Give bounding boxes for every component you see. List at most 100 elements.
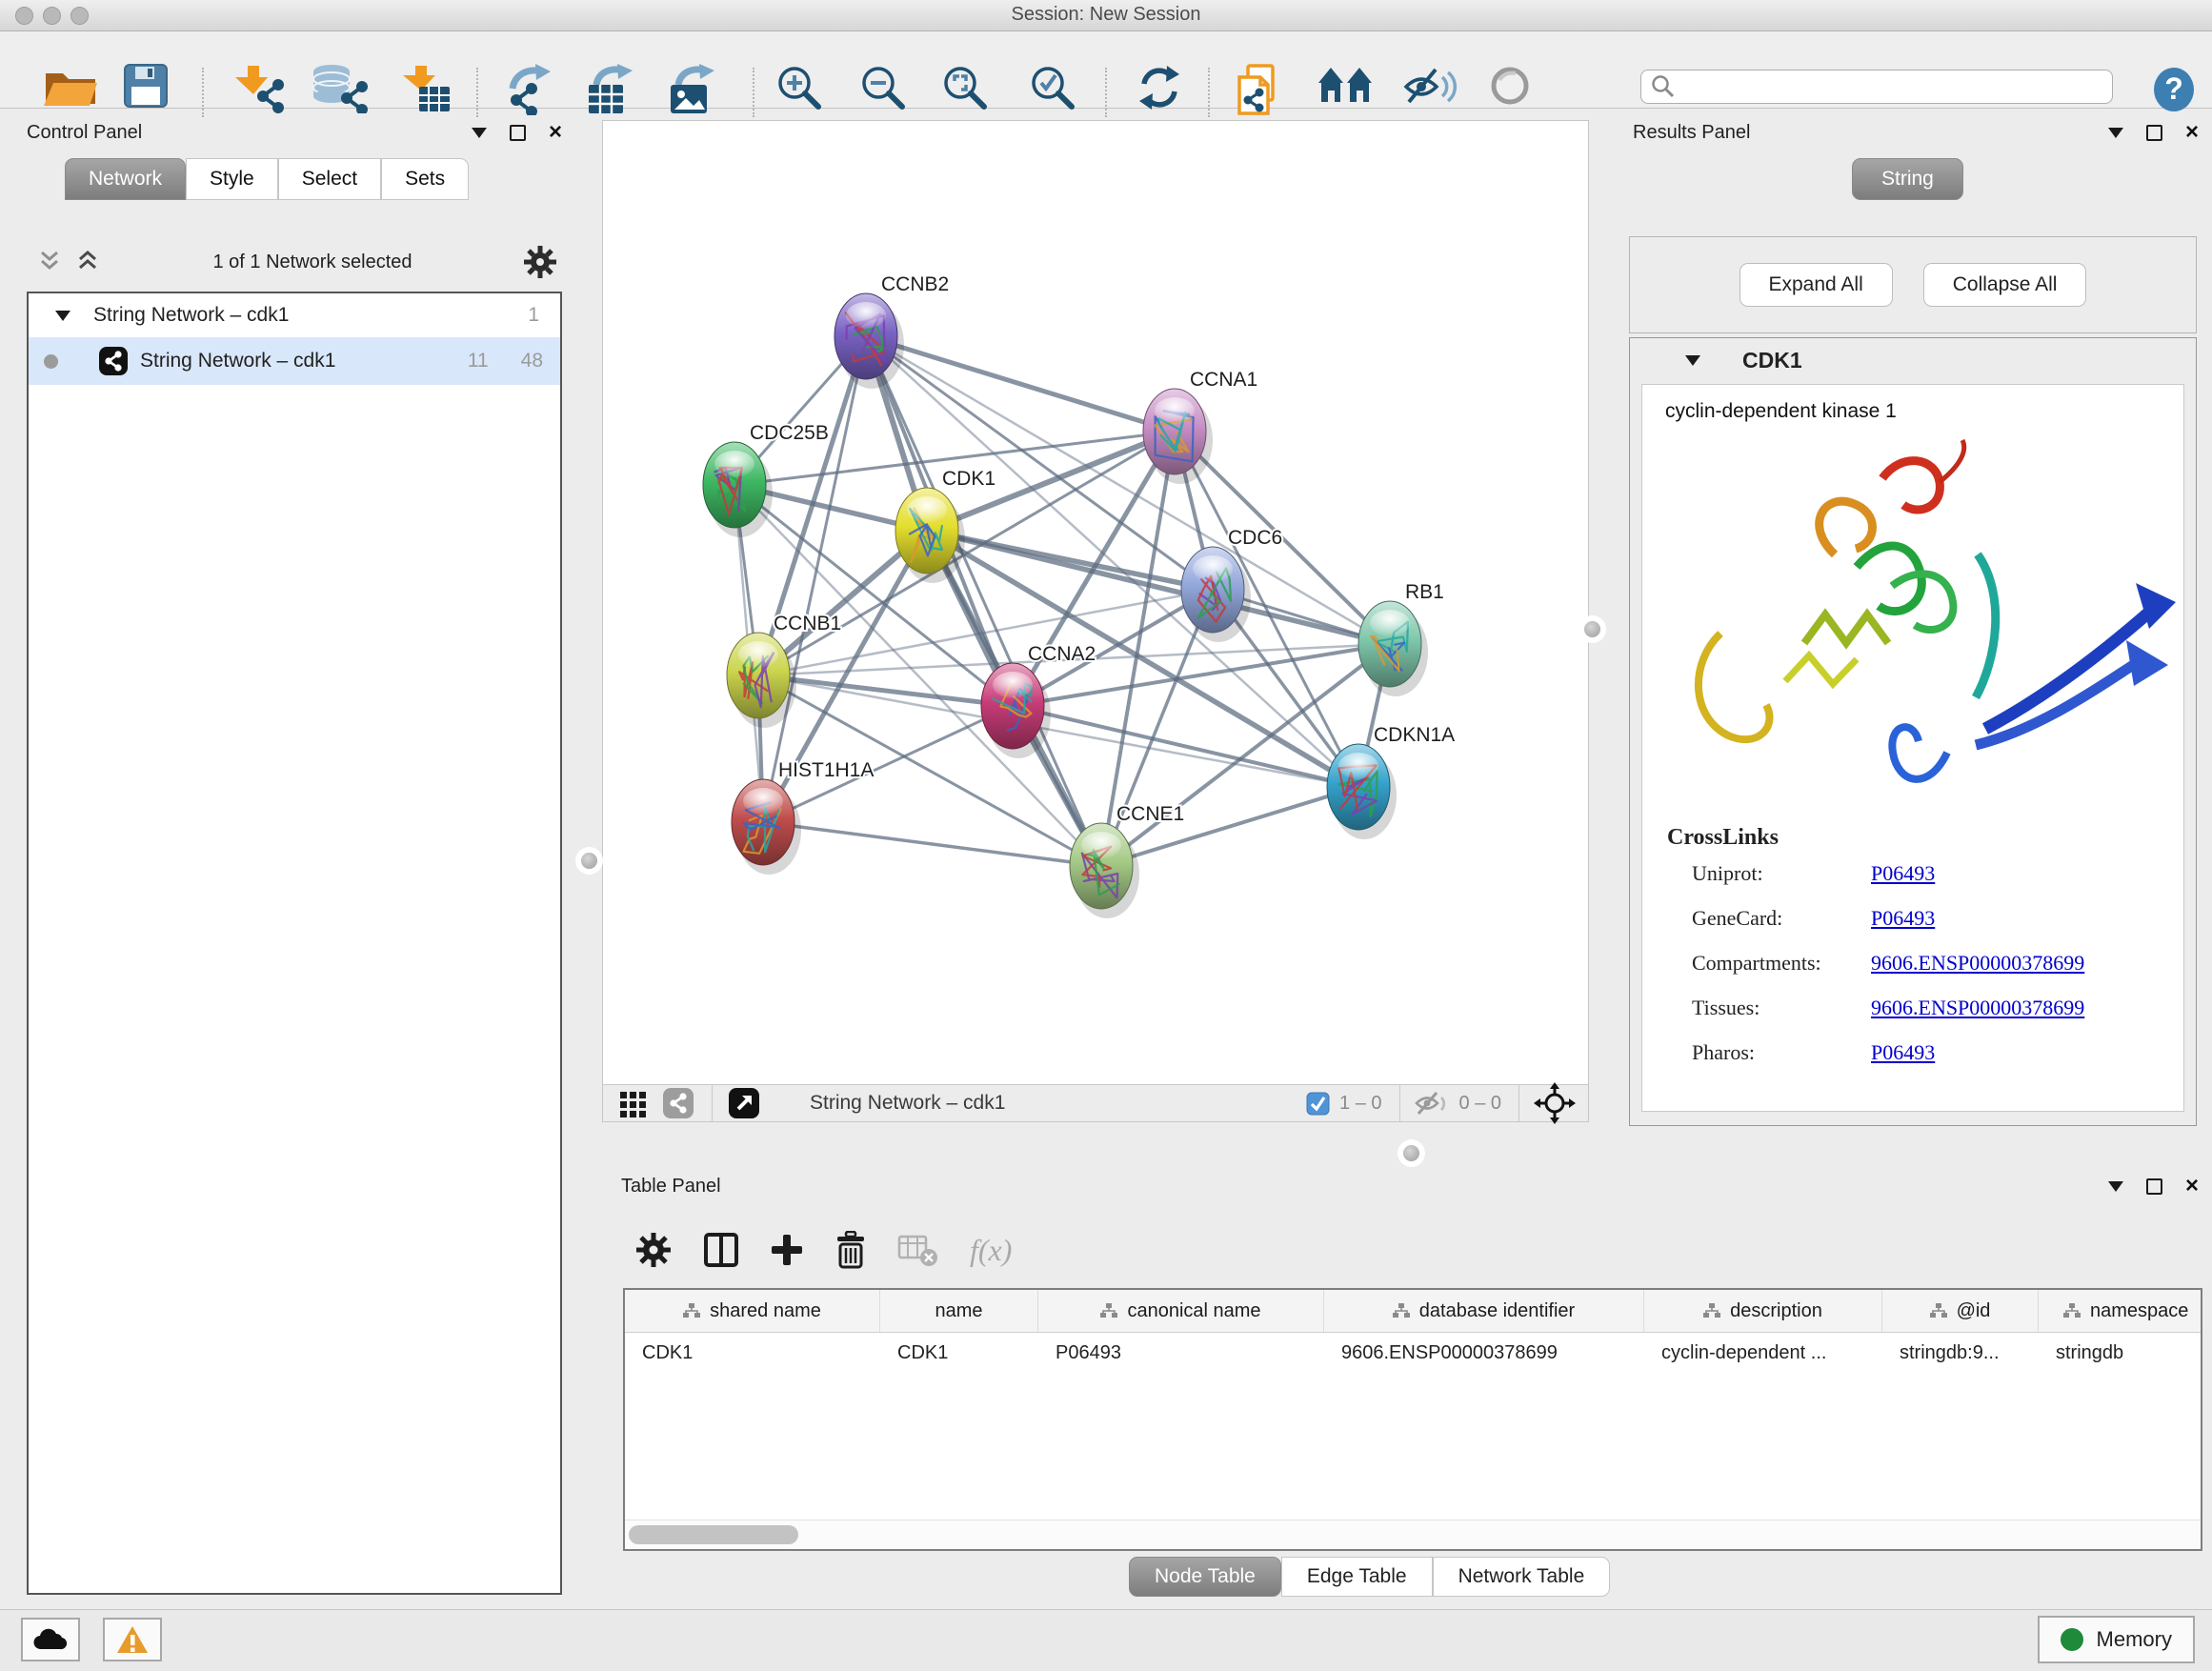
network-edge[interactable] xyxy=(763,822,1101,866)
crosslink-link[interactable]: P06493 xyxy=(1871,906,1935,931)
delete-trash-icon[interactable] xyxy=(835,1231,867,1269)
save-session-button[interactable] xyxy=(124,64,170,114)
export-network-button[interactable] xyxy=(505,64,560,120)
network-edge[interactable] xyxy=(758,675,1013,706)
import-network-file-button[interactable] xyxy=(234,64,288,118)
network-edge[interactable] xyxy=(866,336,1101,866)
tab-network[interactable]: Network xyxy=(65,158,186,200)
selected-checkbox-icon[interactable] xyxy=(1306,1092,1330,1116)
add-icon[interactable] xyxy=(770,1233,804,1267)
export-table-button[interactable] xyxy=(585,64,640,120)
network-edge[interactable] xyxy=(1101,787,1358,866)
network-node-hist1h1a[interactable]: HIST1H1A xyxy=(732,759,874,875)
fit-content-button[interactable] xyxy=(941,64,991,118)
network-edge[interactable] xyxy=(763,336,866,822)
column-header[interactable]: namespace xyxy=(2039,1290,2202,1332)
tab-style[interactable]: Style xyxy=(186,158,278,200)
search-input[interactable] xyxy=(1676,75,2112,98)
tab-select[interactable]: Select xyxy=(278,158,381,200)
cloud-status-button[interactable] xyxy=(21,1618,80,1661)
refresh-button[interactable] xyxy=(1136,64,1183,116)
expand-all-button[interactable]: Expand All xyxy=(1739,263,1893,307)
table-cell[interactable]: CDK1 xyxy=(625,1333,880,1373)
bottom-splitter-handle[interactable] xyxy=(1403,1145,1419,1161)
table-cell[interactable]: cyclin-dependent ... xyxy=(1644,1333,1882,1373)
column-header[interactable]: shared name xyxy=(625,1290,880,1332)
zoom-selected-button[interactable] xyxy=(1029,64,1078,118)
gear-icon[interactable] xyxy=(522,244,558,280)
crosslink-link[interactable]: P06493 xyxy=(1871,1040,1935,1065)
expand-all-icon[interactable] xyxy=(74,249,103,275)
crosslink-link[interactable]: 9606.ENSP00000378699 xyxy=(1871,996,2084,1020)
close-panel-icon[interactable]: × xyxy=(2185,123,2199,142)
collection-expander-icon[interactable] xyxy=(55,311,70,321)
collapse-all-button[interactable]: Collapse All xyxy=(1923,263,2087,307)
tab-network-table[interactable]: Network Table xyxy=(1433,1557,1611,1597)
close-panel-icon[interactable]: × xyxy=(549,123,562,142)
show-columns-icon[interactable] xyxy=(703,1232,739,1268)
tab-string[interactable]: String xyxy=(1852,158,1963,200)
protein-expander-icon[interactable] xyxy=(1685,355,1700,366)
network-node-ccna1[interactable]: CCNA1 xyxy=(1143,369,1257,484)
column-header[interactable]: name xyxy=(880,1290,1038,1332)
open-session-button[interactable] xyxy=(42,64,101,114)
right-splitter-handle[interactable] xyxy=(1584,621,1600,637)
network-row[interactable]: String Network – cdk1 11 48 xyxy=(29,337,560,385)
export-image-button[interactable] xyxy=(667,64,722,120)
table-cell[interactable]: 9606.ENSP00000378699 xyxy=(1324,1333,1644,1373)
network-canvas[interactable]: CCNB2CCNA1CDC25BCDK1CDC6RB1CCNB1CCNA2CDK… xyxy=(603,121,1588,1085)
column-header[interactable]: description xyxy=(1644,1290,1882,1332)
tab-edge-table[interactable]: Edge Table xyxy=(1281,1557,1433,1597)
panel-menu-icon[interactable] xyxy=(472,128,487,138)
import-network-database-button[interactable] xyxy=(311,64,372,118)
float-panel-icon[interactable] xyxy=(2146,125,2162,141)
tab-sets[interactable]: Sets xyxy=(381,158,469,200)
column-header[interactable]: canonical name xyxy=(1038,1290,1324,1332)
table-row[interactable]: CDK1 CDK1 P06493 9606.ENSP00000378699 cy… xyxy=(625,1333,2201,1373)
network-view[interactable]: CCNB2CCNA1CDC25BCDK1CDC6RB1CCNB1CCNA2CDK… xyxy=(602,120,1589,1122)
grid-view-icon[interactable] xyxy=(618,1088,649,1118)
float-panel-icon[interactable] xyxy=(2146,1178,2162,1195)
detach-view-icon[interactable] xyxy=(728,1087,760,1119)
warning-status-button[interactable] xyxy=(103,1618,162,1661)
column-header[interactable]: @id xyxy=(1882,1290,2039,1332)
network-edge[interactable] xyxy=(866,336,1390,644)
crosslink-link[interactable]: P06493 xyxy=(1871,861,1935,886)
panel-menu-icon[interactable] xyxy=(2108,128,2123,138)
string-home-button[interactable] xyxy=(1317,64,1376,111)
network-edge[interactable] xyxy=(866,336,1175,432)
collapse-all-icon[interactable] xyxy=(36,249,65,275)
table-cell[interactable]: stringdb xyxy=(2039,1333,2202,1373)
table-cell[interactable]: CDK1 xyxy=(880,1333,1038,1373)
column-header[interactable]: database identifier xyxy=(1324,1290,1644,1332)
memory-button[interactable]: Memory xyxy=(2038,1616,2195,1663)
table-gear-icon[interactable] xyxy=(634,1231,673,1269)
network-node-ccne1[interactable]: CCNE1 xyxy=(1070,803,1184,918)
left-splitter-handle[interactable] xyxy=(581,853,597,869)
show-eye-button[interactable] xyxy=(1488,64,1532,112)
help-button[interactable]: ? xyxy=(2151,66,2197,118)
network-node-cdkn1a[interactable]: CDKN1A xyxy=(1327,724,1455,839)
network-node-cdc6[interactable]: CDC6 xyxy=(1181,527,1282,642)
crosslink-link[interactable]: 9606.ENSP00000378699 xyxy=(1871,951,2084,976)
network-node-rb1[interactable]: RB1 xyxy=(1358,581,1444,696)
float-panel-icon[interactable] xyxy=(510,125,526,141)
table-cell[interactable]: P06493 xyxy=(1038,1333,1324,1373)
table-cell[interactable]: stringdb:9... xyxy=(1882,1333,2039,1373)
network-collection-row[interactable]: String Network – cdk1 1 xyxy=(29,293,560,337)
table-horizontal-scrollbar[interactable] xyxy=(625,1520,2201,1549)
import-table-button[interactable] xyxy=(402,64,452,118)
pan-crosshair-icon[interactable] xyxy=(1533,1081,1577,1125)
close-panel-icon[interactable]: × xyxy=(2185,1177,2199,1196)
tab-node-table[interactable]: Node Table xyxy=(1129,1557,1281,1597)
panel-menu-icon[interactable] xyxy=(2108,1181,2123,1192)
network-view-share-icon[interactable] xyxy=(662,1087,694,1119)
scrollbar-thumb[interactable] xyxy=(629,1525,798,1544)
zoom-out-button[interactable] xyxy=(859,64,909,118)
network-node-ccna2[interactable]: CCNA2 xyxy=(981,643,1096,758)
search-field[interactable] xyxy=(1640,70,2113,104)
protein-result-header[interactable]: CDK1 xyxy=(1630,338,2196,382)
string-copy-button[interactable] xyxy=(1237,64,1284,122)
hide-labels-button[interactable] xyxy=(1402,64,1458,112)
zoom-in-button[interactable] xyxy=(775,64,825,118)
